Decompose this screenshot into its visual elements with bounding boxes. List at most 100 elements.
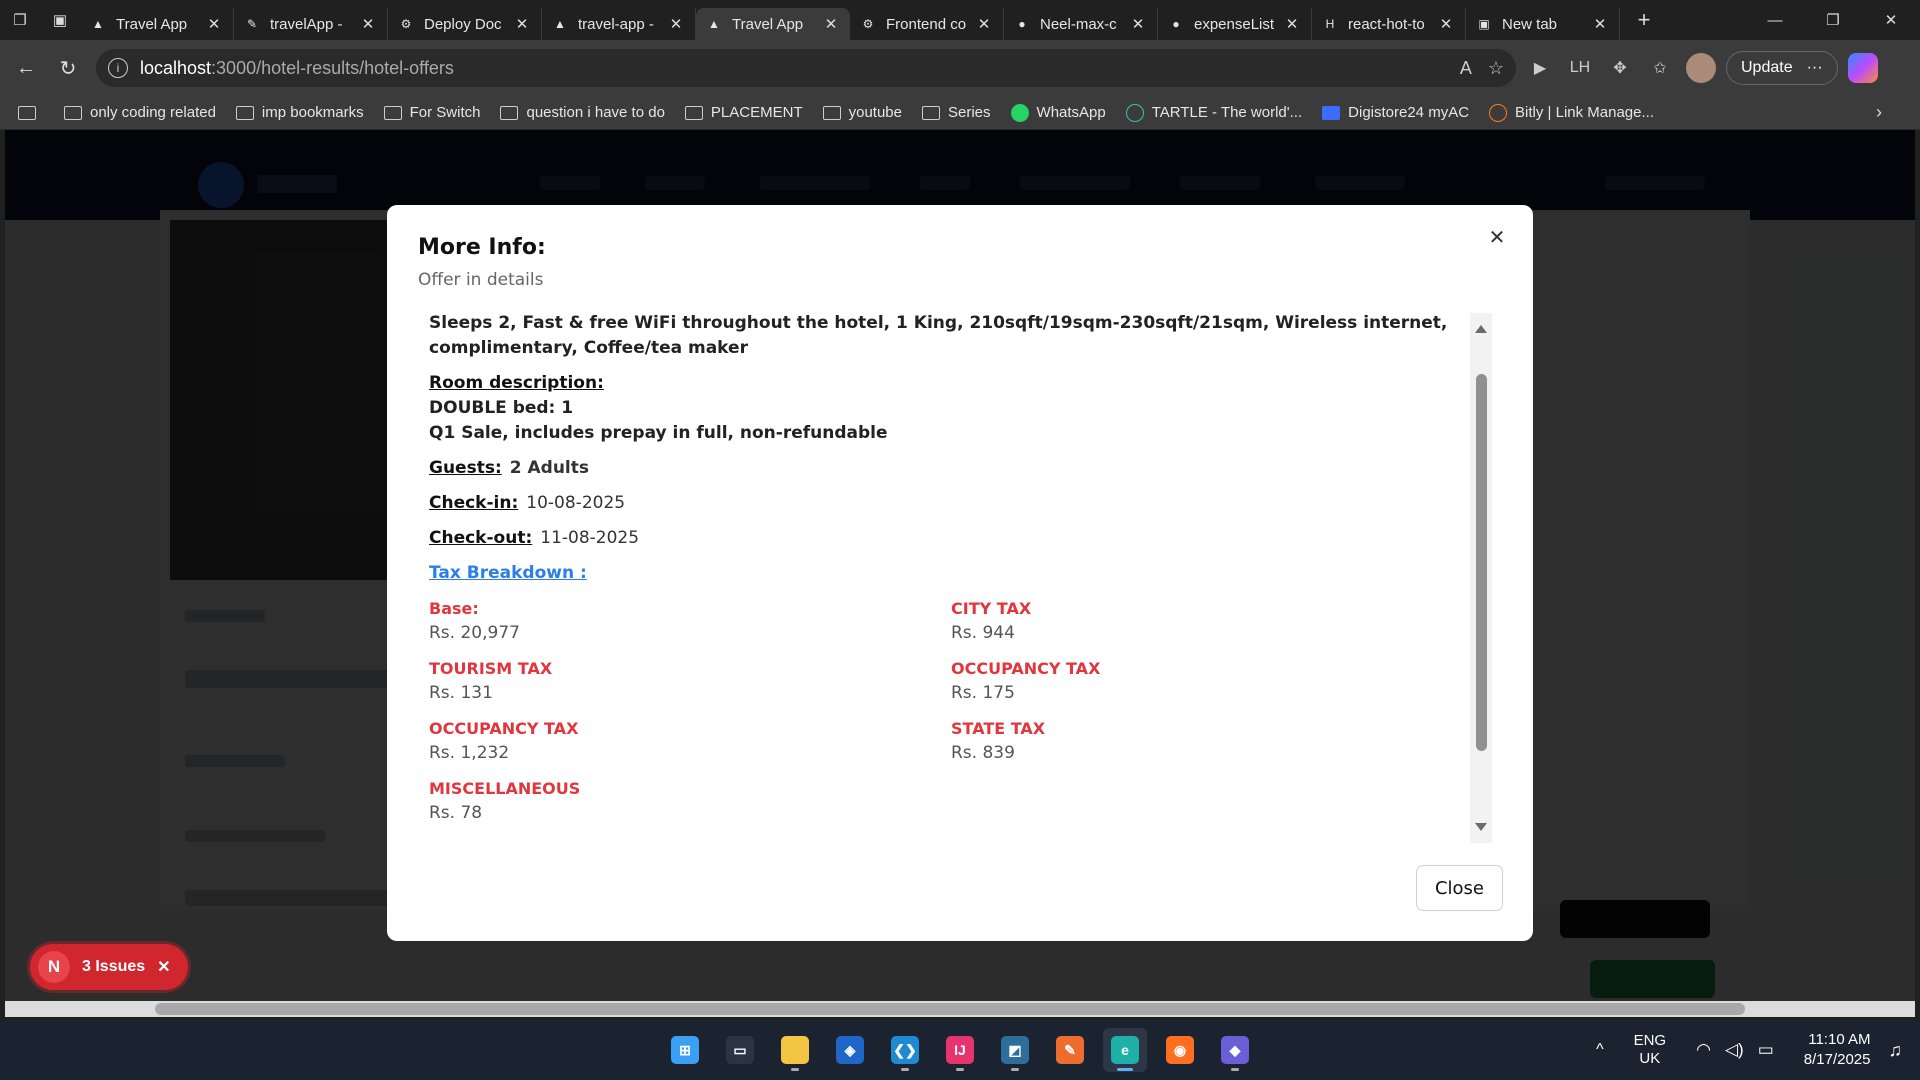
postman-icon[interactable]: ✎ — [1048, 1028, 1092, 1072]
tab-7[interactable]: ● expenseList ✕ — [1158, 8, 1312, 40]
app-glyph: ◆ — [1221, 1036, 1249, 1064]
close-tab-icon[interactable]: ✕ — [975, 15, 993, 33]
horizontal-scrollbar[interactable] — [5, 1001, 1915, 1017]
edge-icon[interactable]: e — [1103, 1028, 1147, 1072]
bookmark-item[interactable]: youtube — [822, 104, 902, 122]
tab-0[interactable]: ▲ Travel App ✕ — [80, 8, 234, 40]
vscode-icon[interactable]: ❮❯ — [883, 1028, 927, 1072]
clock[interactable]: 11:10 AM 8/17/2025 — [1804, 1030, 1871, 1070]
close-tab-icon[interactable]: ✕ — [513, 15, 531, 33]
bookmark-item[interactable]: imp bookmarks — [235, 104, 364, 122]
close-tab-icon[interactable]: ✕ — [1591, 15, 1609, 33]
tab-2[interactable]: ⚙ Deploy Doc ✕ — [388, 8, 542, 40]
favorites-icon[interactable]: ✩ — [1644, 52, 1676, 84]
bookmark-item[interactable]: WhatsApp — [1010, 103, 1106, 122]
modal-vertical-scrollbar[interactable] — [1470, 313, 1492, 843]
nextjs-issues-badge[interactable]: N 3 Issues ✕ — [30, 944, 188, 990]
url-path: :3000/hotel-results/hotel-offers — [211, 57, 454, 78]
chevron-right-icon[interactable]: › — [1876, 102, 1882, 123]
bookmarks-app-icon[interactable] — [18, 105, 44, 120]
close-icon[interactable]: ✕ — [1485, 225, 1509, 249]
workspaces-icon[interactable]: ❐ — [0, 0, 40, 40]
modal-scroll-body[interactable]: Sleeps 2, Fast & free WiFi throughout th… — [429, 311, 1469, 845]
firefox-icon[interactable]: ◉ — [1158, 1028, 1202, 1072]
copilot-icon[interactable] — [1847, 53, 1878, 83]
address-bar[interactable]: i localhost :3000/hotel-results/hotel-of… — [96, 49, 1516, 87]
update-button[interactable]: Update ··· — [1726, 51, 1838, 85]
close-tab-icon[interactable]: ✕ — [822, 15, 840, 33]
quick-settings[interactable]: ◠ ◁) ▭ — [1696, 1040, 1774, 1060]
scroll-down-arrow-icon[interactable] — [1475, 823, 1487, 831]
bookmark-item[interactable]: PLACEMENT — [684, 104, 803, 122]
tab-label: travel-app - — [578, 15, 654, 33]
intellij-icon[interactable]: IJ — [938, 1028, 982, 1072]
tab-6[interactable]: ● Neel-max-c ✕ — [1004, 8, 1158, 40]
extension-icon[interactable]: ▶ — [1524, 52, 1556, 84]
tab-label: Travel App — [732, 15, 804, 33]
deploy-icon: ✎ — [246, 17, 258, 31]
tax-name: OCCUPANCY TAX — [429, 719, 579, 738]
close-button[interactable]: Close — [1415, 865, 1503, 911]
tab-4[interactable]: ▲ Travel App ✕ — [696, 8, 850, 40]
windows-start-icon[interactable]: ⊞ — [663, 1028, 707, 1072]
app-glyph: ◩ — [1001, 1036, 1029, 1064]
refresh-button[interactable]: ↻ — [50, 50, 86, 86]
close-tab-icon[interactable]: ✕ — [1129, 15, 1147, 33]
horizontal-scroll-thumb[interactable] — [155, 1003, 1745, 1015]
extensions-puzzle-icon[interactable]: ✥ — [1604, 52, 1636, 84]
update-label: Update — [1741, 59, 1793, 76]
bookmark-label: question i have to do — [526, 104, 665, 121]
running-indicator — [956, 1068, 964, 1071]
app-glyph: IJ — [946, 1036, 974, 1064]
mysql-workbench-icon[interactable]: ◩ — [993, 1028, 1037, 1072]
restore-icon[interactable]: ❐ — [1804, 0, 1862, 40]
tax-item: STATE TAX Rs. 839 — [951, 716, 1469, 766]
close-icon[interactable]: ✕ — [157, 957, 170, 977]
back-button[interactable]: ← — [8, 50, 44, 86]
close-tab-icon[interactable]: ✕ — [205, 15, 223, 33]
tab-5[interactable]: ⚙ Frontend co ✕ — [850, 8, 1004, 40]
triangle-icon: ▲ — [554, 17, 566, 31]
bookmark-item[interactable]: only coding related — [64, 104, 216, 122]
bookmark-item[interactable]: Series — [922, 104, 991, 122]
shield-app-icon[interactable]: ◈ — [828, 1028, 872, 1072]
task-manager-icon[interactable]: ▭ — [718, 1028, 762, 1072]
close-tab-icon[interactable]: ✕ — [1437, 15, 1455, 33]
bookmark-item[interactable]: question i have to do — [500, 104, 665, 122]
close-tab-icon[interactable]: ✕ — [359, 15, 377, 33]
scroll-up-arrow-icon[interactable] — [1475, 325, 1487, 333]
windows-taskbar: ⊞ ▭ ◈ ❮❯ IJ ◩ ✎ e ◉ ◆ ^ ENG UK ◠ ◁) ▭ 11:10 AM 8/… — [0, 1020, 1920, 1080]
lighthouse-extension-icon[interactable]: LH — [1564, 52, 1596, 84]
file-explorer-icon[interactable] — [773, 1028, 817, 1072]
close-tab-icon[interactable]: ✕ — [667, 15, 685, 33]
favorite-star-icon[interactable]: ☆ — [1488, 58, 1504, 79]
bookmark-item[interactable]: Digistore24 myAC — [1322, 104, 1469, 122]
new-tab-button[interactable]: + — [1626, 2, 1662, 38]
bookmark-item[interactable]: Bitly | Link Manage... — [1489, 103, 1654, 122]
issues-count[interactable]: 3 Issues — [82, 958, 145, 976]
tab-8[interactable]: Hreact-hot-to ✕ — [1312, 8, 1466, 40]
tax-value: Rs. 78 — [429, 803, 483, 823]
modal-scroll-thumb[interactable] — [1476, 374, 1487, 751]
site-info-icon[interactable]: i — [108, 58, 128, 78]
bookmark-item[interactable]: TARTLE - The world'... — [1125, 103, 1302, 122]
more-menu-icon[interactable]: ··· — [1807, 59, 1823, 77]
read-aloud-icon[interactable]: A — [1460, 58, 1472, 79]
vertical-tabs-icon[interactable]: ▣ — [40, 0, 80, 40]
guests-value: 2 Adults — [509, 458, 589, 478]
close-tab-icon[interactable]: ✕ — [1283, 15, 1301, 33]
tab-3[interactable]: ▲ travel-app - ✕ — [542, 8, 696, 40]
tax-breakdown-link[interactable]: Tax Breakdown : — [429, 561, 1469, 586]
chevron-up-icon[interactable]: ^ — [1596, 1041, 1604, 1059]
checkout-label: Check-out: — [429, 528, 533, 548]
language-indicator[interactable]: ENG UK — [1634, 1032, 1667, 1068]
tab-1[interactable]: ✎ travelApp - ✕ — [234, 8, 388, 40]
profile-avatar[interactable] — [1686, 53, 1716, 83]
tab-9[interactable]: ▣ New tab ✕ — [1466, 8, 1620, 40]
guests-label: Guests: — [429, 458, 502, 478]
bookmark-item[interactable]: For Switch — [383, 104, 480, 122]
minimize-icon[interactable]: — — [1746, 0, 1804, 40]
close-window-icon[interactable]: ✕ — [1862, 0, 1920, 40]
git-icon[interactable]: ◆ — [1213, 1028, 1257, 1072]
notification-bell-icon[interactable]: ♫ — [1889, 1040, 1903, 1061]
